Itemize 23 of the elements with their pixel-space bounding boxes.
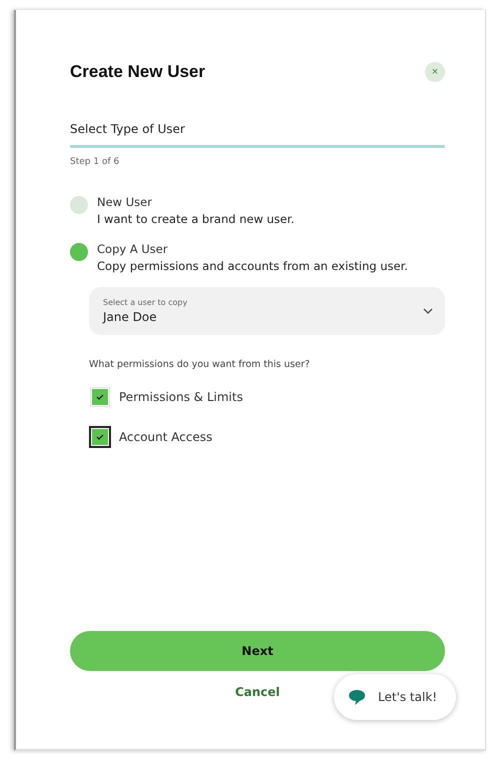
option-description: I want to create a brand new user. [97, 212, 294, 226]
radio-button[interactable] [70, 196, 88, 214]
option-description: Copy permissions and accounts from an existing user. [97, 259, 408, 273]
chevron-down-icon [423, 308, 433, 314]
user-select[interactable]: Select a user to copy Jane Doe [89, 287, 445, 335]
check-icon [96, 394, 104, 400]
chat-button[interactable]: Let's talk! [334, 674, 456, 720]
checkbox-label: Account Access [119, 430, 212, 444]
dialog-title: Create New User [70, 62, 206, 82]
select-value: Jane Doe [103, 310, 158, 324]
next-button[interactable]: Next [70, 631, 445, 671]
select-label: Select a user to copy [103, 298, 188, 307]
close-button[interactable]: × [425, 62, 445, 82]
radio-button[interactable] [70, 243, 88, 261]
step-counter: Step 1 of 6 [70, 157, 120, 167]
option-label: New User [97, 195, 153, 209]
option-label: Copy A User [97, 242, 169, 256]
checkbox-label: Permissions & Limits [119, 390, 243, 404]
permissions-question: What permissions do you want from this user? [89, 359, 311, 370]
check-icon [96, 434, 104, 440]
step-title: Select Type of User [70, 122, 186, 136]
cancel-link[interactable]: Cancel [231, 683, 284, 701]
chat-bubble-icon [348, 688, 366, 706]
